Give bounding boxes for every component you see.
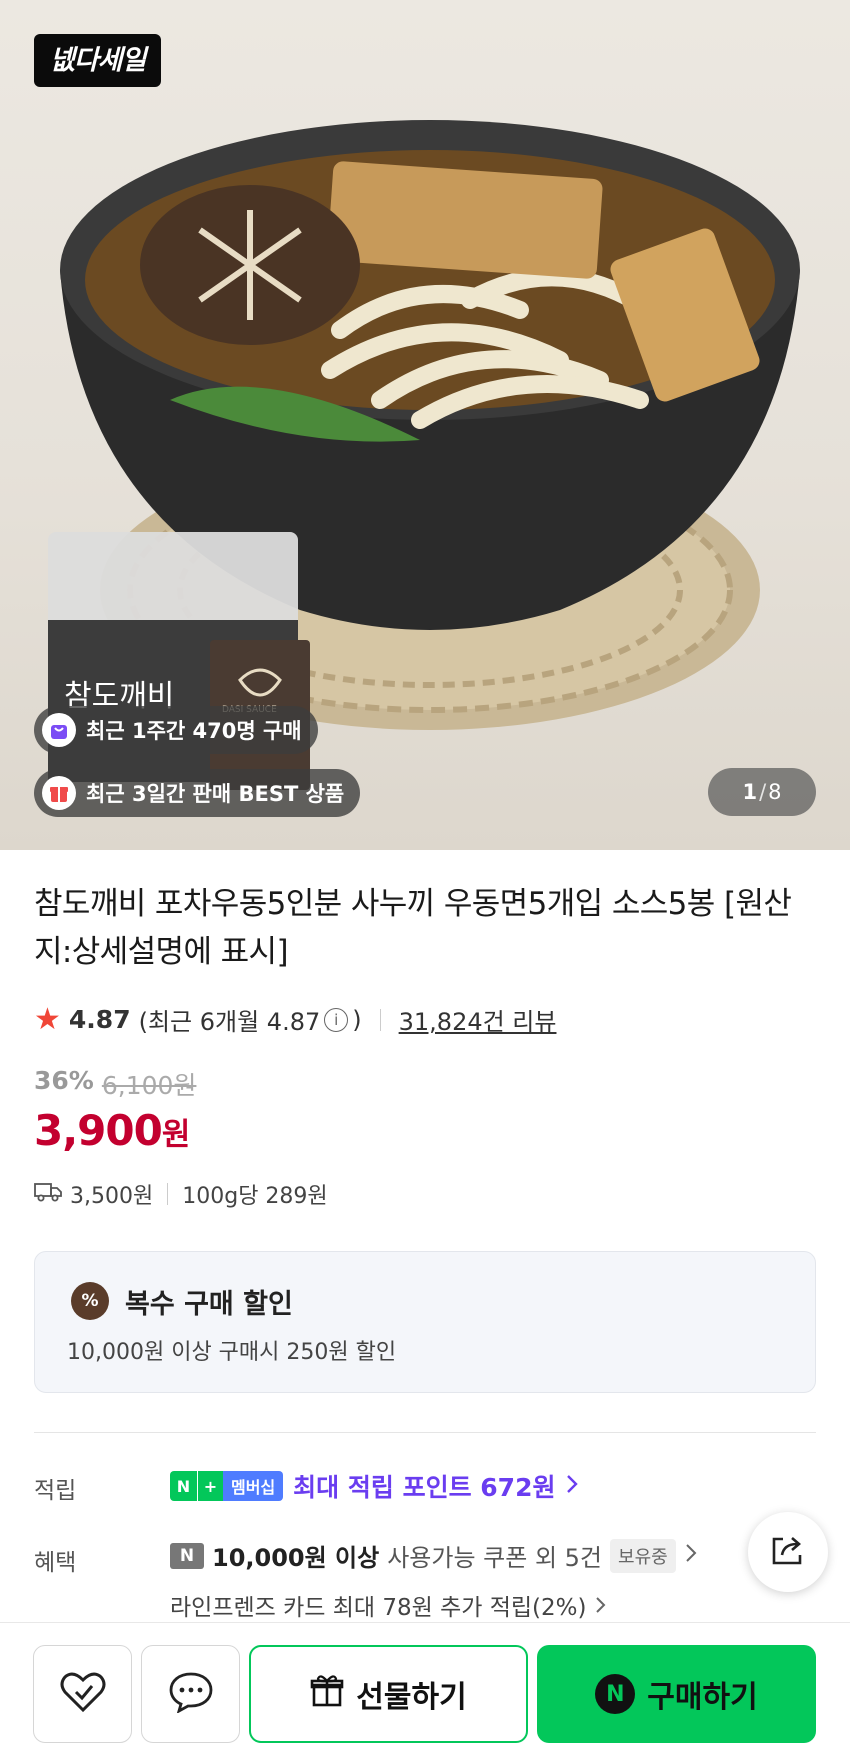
image-counter: 1 / 8	[708, 768, 816, 816]
sale-price: 3,900원	[34, 1106, 190, 1155]
original-price-row: 36% 6,100원	[34, 1066, 196, 1102]
card-benefit-row[interactable]: 라인프렌즈 카드 최대 78원 추가 적립(2%)	[170, 1588, 608, 1622]
coupon-threshold: 10,000원 이상	[212, 1544, 380, 1572]
benefit-label: 혜택	[34, 1550, 77, 1576]
product-title: 참도깨비 포차우동5인분 사누끼 우동면5개입 소스5봉 [원산지:상세설명에 …	[34, 886, 792, 970]
rating-recent-text: (최근 6개월 4.87	[138, 1008, 321, 1036]
section-divider	[34, 1432, 816, 1433]
unit-price: 100g당 289원	[182, 1184, 328, 1209]
rating-score: 4.87	[68, 1005, 131, 1034]
gift-button-label: 선물하기	[356, 1680, 467, 1715]
bundle-discount-desc: 10,000원 이상 구매시 250원 할인	[67, 1340, 397, 1365]
sale-price-value: 3,900	[34, 1106, 163, 1155]
image-counter-total: 8	[768, 780, 782, 804]
sale-price-unit: 원	[161, 1117, 191, 1153]
buy-button-label: 구매하기	[647, 1680, 758, 1715]
best-seller-pill: 최근 3일간 판매 BEST 상품	[34, 769, 361, 817]
talk-button[interactable]	[141, 1645, 240, 1743]
rating-recent-close: )	[352, 1005, 362, 1034]
shipping-row: 3,500원 100g당 289원	[34, 1178, 328, 1210]
shipping-fee: 3,500원	[70, 1184, 154, 1209]
naver-n-icon: N	[170, 1471, 197, 1501]
gift-icon	[310, 1673, 344, 1715]
recent-purchase-text: 최근 1주간 470명 구매	[86, 719, 302, 743]
bottom-action-bar: 선물하기 N 구매하기	[0, 1622, 850, 1762]
coupon-desc: 사용가능 쿠폰 외 5건	[387, 1544, 603, 1572]
card-benefit-text: 라인프렌즈 카드 최대 78원 추가 적립(2%)	[170, 1595, 587, 1621]
truck-icon	[34, 1180, 62, 1208]
best-seller-text: 최근 3일간 판매 BEST 상품	[86, 782, 345, 806]
divider	[167, 1183, 169, 1205]
shopping-bag-icon	[42, 713, 76, 747]
plus-icon: +	[197, 1471, 223, 1501]
coupon-owned-badge: 보유중	[610, 1538, 676, 1573]
divider	[379, 1008, 381, 1031]
star-icon: ★	[34, 1002, 61, 1037]
share-button[interactable]	[748, 1512, 828, 1592]
membership-label: 멤버십	[223, 1471, 284, 1501]
original-price: 6,100원	[101, 1071, 197, 1100]
chat-bubble-icon	[168, 1671, 214, 1717]
naver-coupon-icon: N	[170, 1542, 204, 1569]
chevron-right-icon	[565, 1473, 579, 1499]
bundle-discount-card[interactable]: % 복수 구매 할인 10,000원 이상 구매시 250원 할인	[34, 1251, 816, 1393]
share-icon	[769, 1533, 807, 1571]
bundle-discount-title: 복수 구매 할인	[125, 1289, 293, 1320]
product-image-carousel[interactable]: 참도깨비 DASI SAUCE 넶다세일 최근 1주간 470명 구매 최근 3…	[0, 0, 850, 850]
naver-pay-icon: N	[595, 1674, 636, 1714]
heart-icon	[59, 1670, 107, 1718]
buy-button[interactable]: N 구매하기	[537, 1645, 816, 1743]
point-row[interactable]: N + 멤버십 최대 적립 포인트 672원	[170, 1468, 579, 1504]
percent-badge-icon: %	[71, 1282, 109, 1320]
gift-box-icon	[42, 776, 76, 810]
point-label: 적립	[34, 1478, 77, 1504]
naver-sale-badge: 넶다세일	[34, 34, 162, 87]
naver-plus-membership-badge: N + 멤버십	[170, 1471, 284, 1501]
gift-button[interactable]: 선물하기	[249, 1645, 528, 1743]
chevron-right-icon	[594, 1595, 608, 1621]
image-counter-current: 1	[742, 780, 758, 804]
wishlist-button[interactable]	[33, 1645, 132, 1743]
discount-percent: 36%	[34, 1066, 94, 1095]
chevron-right-icon	[684, 1542, 698, 1570]
recent-purchase-pill: 최근 1주간 470명 구매	[34, 706, 318, 754]
rating-row: ★ 4.87 (최근 6개월 4.87 i ) 31,824건 리뷰	[34, 1002, 556, 1037]
review-count-link[interactable]: 31,824건 리뷰	[399, 1002, 557, 1037]
info-icon[interactable]: i	[324, 1007, 349, 1032]
max-point-text: 최대 적립 포인트 672원	[293, 1473, 556, 1502]
coupon-row[interactable]: N 10,000원 이상 사용가능 쿠폰 외 5건 보유중	[170, 1538, 698, 1573]
